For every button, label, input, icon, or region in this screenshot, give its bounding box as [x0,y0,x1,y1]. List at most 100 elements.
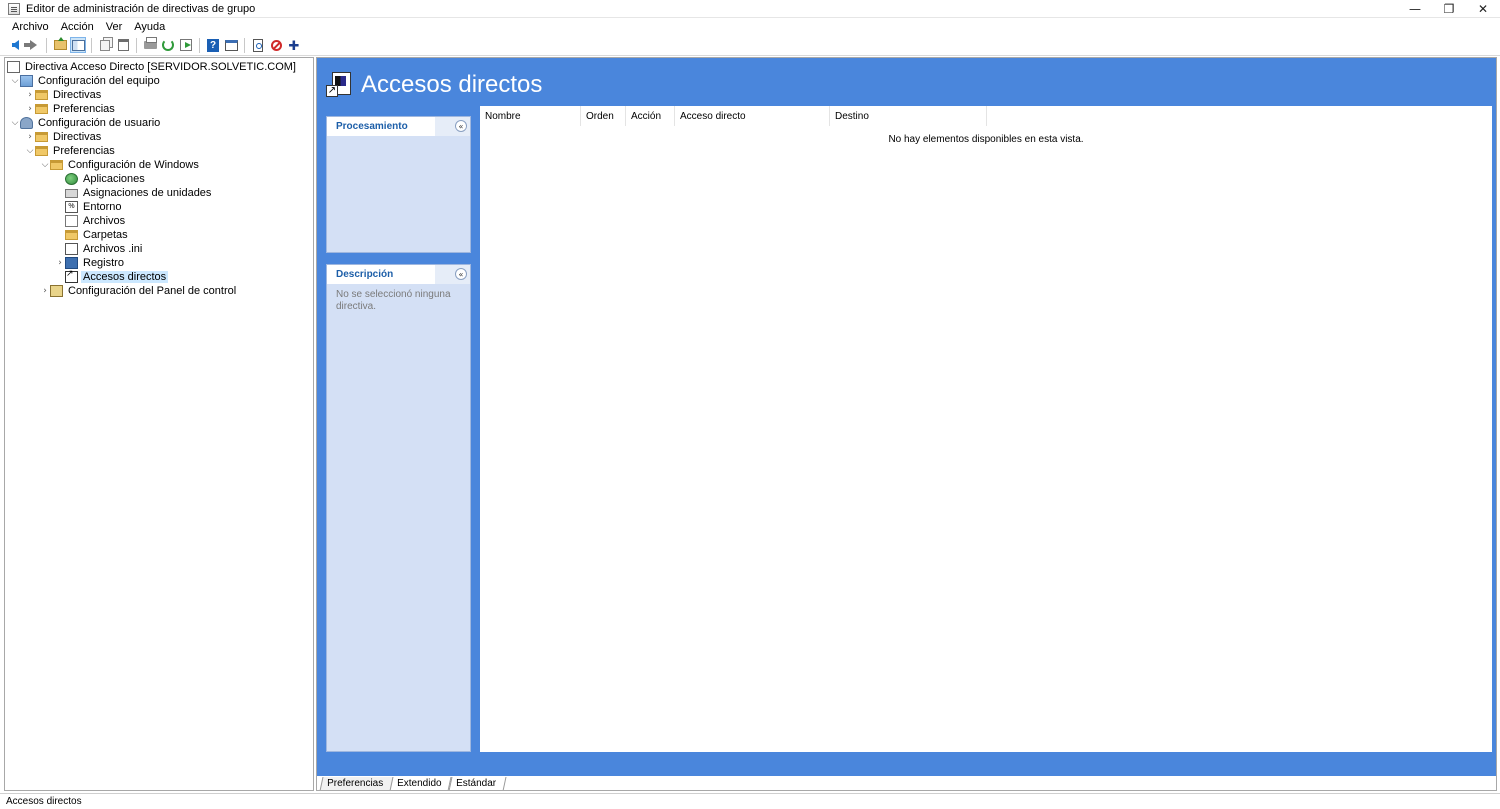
up-one-level-button[interactable] [52,37,68,53]
window-controls: — ❐ ✕ [1398,0,1500,18]
computer-icon [20,75,33,87]
help-icon: ? [207,38,219,52]
status-bar: Accesos directos [0,793,1500,809]
menu-ver[interactable]: Ver [100,21,129,33]
forward-icon [23,40,37,50]
preference-items-list[interactable]: Nombre Orden Acción Acceso directo Desti… [480,106,1492,752]
tree-node-computer-policies[interactable]: › Directivas [25,88,103,102]
folder-up-icon [53,37,67,50]
tree-node-label: Configuración de usuario [38,117,161,129]
forward-button[interactable] [23,37,41,53]
tree-node-applications[interactable]: Aplicaciones [65,172,147,186]
menu-ayuda[interactable]: Ayuda [128,21,171,33]
column-header-acceso-directo[interactable]: Acceso directo [675,106,830,126]
folder-icon [35,132,48,142]
tree-node-label: Directivas [53,89,102,101]
tree-node-ini-files[interactable]: Archivos .ini [65,242,144,256]
chevron-right-icon[interactable]: › [25,130,35,144]
tree-node-folders[interactable]: Carpetas [65,228,130,242]
processing-panel-header[interactable]: Procesamiento « [327,117,470,136]
chevron-down-icon[interactable]: ⌵ [10,74,20,88]
column-header-orden[interactable]: Orden [581,106,626,126]
print-icon [143,37,157,49]
chevron-right-icon[interactable]: › [40,284,50,298]
chevron-right-icon[interactable]: › [25,88,35,102]
menu-bar: Archivo Acción Ver Ayuda [0,18,1500,35]
back-button[interactable] [7,37,23,53]
tree-node-label: Directiva Acceso Directo [SERVIDOR.SOLVE… [25,61,296,73]
console-window-button[interactable] [223,37,239,53]
paste-button[interactable] [115,37,131,53]
disable-icon [270,39,282,51]
tree-node-drive-maps[interactable]: Asignaciones de unidades [65,186,213,200]
toolbar-separator [91,37,92,53]
tree-node-shortcuts[interactable]: Accesos directos [65,269,169,284]
tree-node-windows-settings[interactable]: ⌵ Configuración de Windows [40,158,201,172]
tree-node-label: Carpetas [83,229,128,241]
properties-icon [253,38,263,52]
add-icon: ✚ [288,37,300,53]
folder-icon [35,104,48,114]
tree-node-registry[interactable]: › Registro [55,256,126,270]
chevron-down-icon[interactable]: ⌵ [25,144,35,158]
files-icon [65,215,78,227]
tree-node-files[interactable]: Archivos [65,214,127,228]
show-hide-tree-button[interactable] [70,37,86,53]
column-header-destino[interactable]: Destino [830,106,987,126]
extension-view: ↗ Accesos directos Procesamiento « Descr… [317,58,1496,776]
chevron-right-icon[interactable]: › [55,256,65,270]
tree-node-label: Configuración del Panel de control [68,285,237,297]
minimize-button[interactable]: — [1398,0,1432,18]
user-icon [20,117,33,129]
add-button[interactable]: ✚ [286,37,302,53]
console-tree: Directiva Acceso Directo [SERVIDOR.SOLVE… [4,57,314,791]
print-button[interactable] [142,37,158,53]
tree-node-user-config[interactable]: ⌵ Configuración de usuario [10,116,162,130]
empty-list-message: No hay elementos disponibles en esta vis… [888,134,1084,145]
collapse-icon[interactable]: « [455,120,467,132]
tree-node-control-panel[interactable]: › Configuración del Panel de control [40,284,238,298]
status-text: Accesos directos [6,796,82,807]
shortcut-icon [65,269,78,283]
description-panel: Descripción « No se seleccionó ninguna d… [326,264,471,752]
tree-node-label: Configuración de Windows [68,159,199,171]
tree-node-user-preferences[interactable]: ⌵ Preferencias [25,144,117,158]
tree-node-label: Accesos directos [81,271,169,283]
disable-button[interactable] [268,37,284,53]
properties-button[interactable] [250,37,266,53]
tab-estandar[interactable]: Estándar [448,777,507,790]
page-title: Accesos directos [361,71,543,98]
restore-button[interactable]: ❐ [1432,0,1466,18]
help-button[interactable]: ? [205,37,221,53]
tree-node-computer-preferences[interactable]: › Preferencias [25,102,117,116]
refresh-button[interactable] [160,37,176,53]
collapse-icon[interactable]: « [455,268,467,280]
description-panel-header[interactable]: Descripción « [327,265,470,284]
export-list-button[interactable] [178,37,194,53]
details-pane: ↗ Accesos directos Procesamiento « Descr… [316,57,1497,791]
menu-accion[interactable]: Acción [55,21,100,33]
chevron-down-icon[interactable]: ⌵ [40,158,50,172]
export-list-icon [180,39,192,51]
chevron-right-icon[interactable]: › [25,102,35,116]
chevron-down-icon[interactable]: ⌵ [10,116,20,130]
close-button[interactable]: ✕ [1466,0,1500,18]
list-header: Nombre Orden Acción Acceso directo Desti… [480,106,987,126]
tree-node-label: Preferencias [53,103,115,115]
description-text: No se seleccionó ninguna directiva. [336,289,451,312]
menu-archivo[interactable]: Archivo [6,21,55,33]
tab-preferencias[interactable]: Preferencias [319,777,394,790]
column-header-accion[interactable]: Acción [626,106,675,126]
tab-extendido[interactable]: Extendido [389,777,453,790]
tree-node-computer-config[interactable]: ⌵ Configuración del equipo [10,74,162,88]
folder-icon [50,160,63,170]
environment-icon: % [65,201,78,213]
refresh-icon [162,39,174,51]
tree-node-environment[interactable]: % Entorno [65,200,124,214]
tree-node-root[interactable]: Directiva Acceso Directo [SERVIDOR.SOLVE… [7,60,298,74]
folder-icon [35,146,48,156]
registry-icon [65,257,78,269]
copy-button[interactable] [97,37,113,53]
tree-node-user-policies[interactable]: › Directivas [25,130,103,144]
column-header-nombre[interactable]: Nombre [480,106,581,126]
